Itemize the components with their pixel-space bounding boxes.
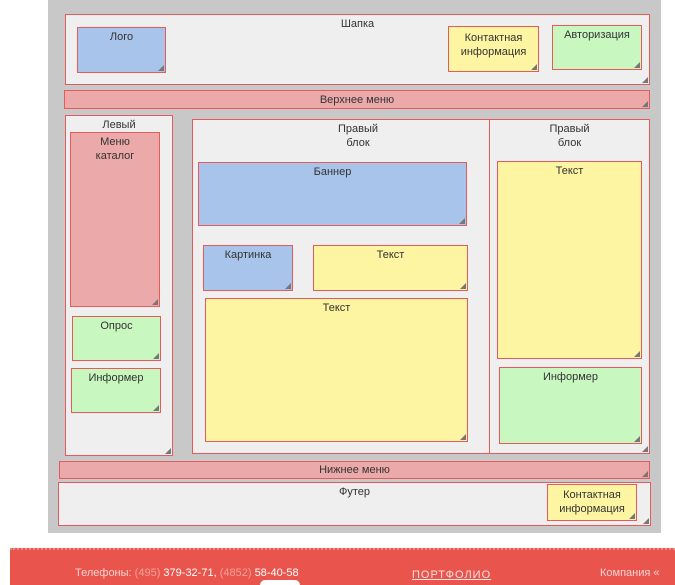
resize-grip-icon bbox=[629, 513, 635, 519]
picture-block: Картинка bbox=[203, 245, 293, 291]
contact-info-block: Контактная информация bbox=[448, 26, 539, 72]
text-small-block: Текст bbox=[313, 245, 468, 291]
right-informer-block: Информер bbox=[499, 367, 642, 444]
phone-code-2: (4852) bbox=[219, 567, 252, 579]
resize-grip-icon bbox=[643, 518, 649, 524]
left-block-label: Левый bbox=[102, 119, 136, 131]
left-informer-block: Информер bbox=[71, 368, 161, 413]
phones-text: Телефоны: (495) 379-32-71, (4852) 58-40-… bbox=[75, 567, 299, 579]
poll-label: Опрос bbox=[100, 320, 133, 332]
resize-grip-icon bbox=[531, 64, 537, 70]
center-block-label: Правый блок bbox=[337, 123, 379, 149]
site-footer-bar: Телефоны: (495) 379-32-71, (4852) 58-40-… bbox=[10, 548, 675, 585]
resize-grip-icon bbox=[634, 436, 640, 442]
layout-diagram: Шапка Лого Контактная информация Авториз… bbox=[48, 0, 661, 533]
resize-grip-icon bbox=[634, 351, 640, 357]
resize-grip-icon bbox=[642, 77, 648, 83]
left-informer-label: Информер bbox=[88, 372, 144, 384]
resize-grip-icon bbox=[153, 405, 159, 411]
company-text: Компания « bbox=[600, 567, 660, 579]
text-small-label: Текст bbox=[376, 249, 405, 261]
scroll-tab[interactable] bbox=[260, 580, 300, 585]
right-text-block: Текст bbox=[497, 161, 642, 359]
portfolio-link[interactable]: ПОРТФОЛИО bbox=[412, 569, 491, 581]
menu-catalog-block: Меню каталог bbox=[70, 132, 160, 307]
authorization-block: Авторизация bbox=[552, 25, 642, 70]
text-large-block: Текст bbox=[205, 298, 468, 442]
banner-block: Баннер bbox=[198, 162, 467, 226]
resize-grip-icon bbox=[158, 65, 164, 71]
resize-grip-icon bbox=[642, 446, 648, 452]
resize-grip-icon bbox=[460, 434, 466, 440]
resize-grip-icon bbox=[460, 283, 466, 289]
phone-number-2: 58-40-58 bbox=[254, 567, 299, 579]
footer-contact-info-block: Контактная информация bbox=[547, 484, 637, 521]
right-block-label: Правый блок bbox=[549, 123, 590, 149]
resize-grip-icon bbox=[459, 218, 465, 224]
bottom-menu-label: Нижнее меню bbox=[319, 464, 390, 476]
resize-grip-icon bbox=[152, 299, 158, 305]
resize-grip-icon bbox=[153, 353, 159, 359]
resize-grip-icon bbox=[285, 283, 291, 289]
resize-grip-icon bbox=[165, 448, 171, 454]
phone-code-1: (495) bbox=[134, 567, 161, 579]
top-menu-label: Верхнее меню bbox=[319, 94, 395, 106]
picture-label: Картинка bbox=[224, 249, 272, 261]
authorization-label: Авторизация bbox=[564, 29, 630, 41]
banner-label: Баннер bbox=[313, 166, 352, 178]
resize-grip-icon bbox=[634, 62, 640, 68]
right-text-label: Текст bbox=[555, 165, 584, 177]
top-menu-block: Верхнее меню bbox=[64, 90, 650, 109]
poll-block: Опрос bbox=[72, 316, 161, 361]
logo-label: Лого bbox=[109, 31, 134, 43]
bottom-menu-block: Нижнее меню bbox=[59, 461, 650, 479]
phones-label: Телефоны: bbox=[75, 567, 132, 579]
right-informer-label: Информер bbox=[542, 371, 599, 383]
resize-grip-icon bbox=[642, 471, 648, 477]
footer-contact-info-label: Контактная информация bbox=[559, 489, 625, 515]
text-large-label: Текст bbox=[322, 302, 351, 314]
menu-catalog-label: Меню каталог bbox=[95, 136, 135, 162]
phone-number-1: 379-32-71, bbox=[163, 567, 217, 579]
contact-info-label: Контактная информация bbox=[460, 32, 527, 58]
logo-block: Лого bbox=[77, 27, 166, 73]
resize-grip-icon bbox=[642, 101, 648, 107]
